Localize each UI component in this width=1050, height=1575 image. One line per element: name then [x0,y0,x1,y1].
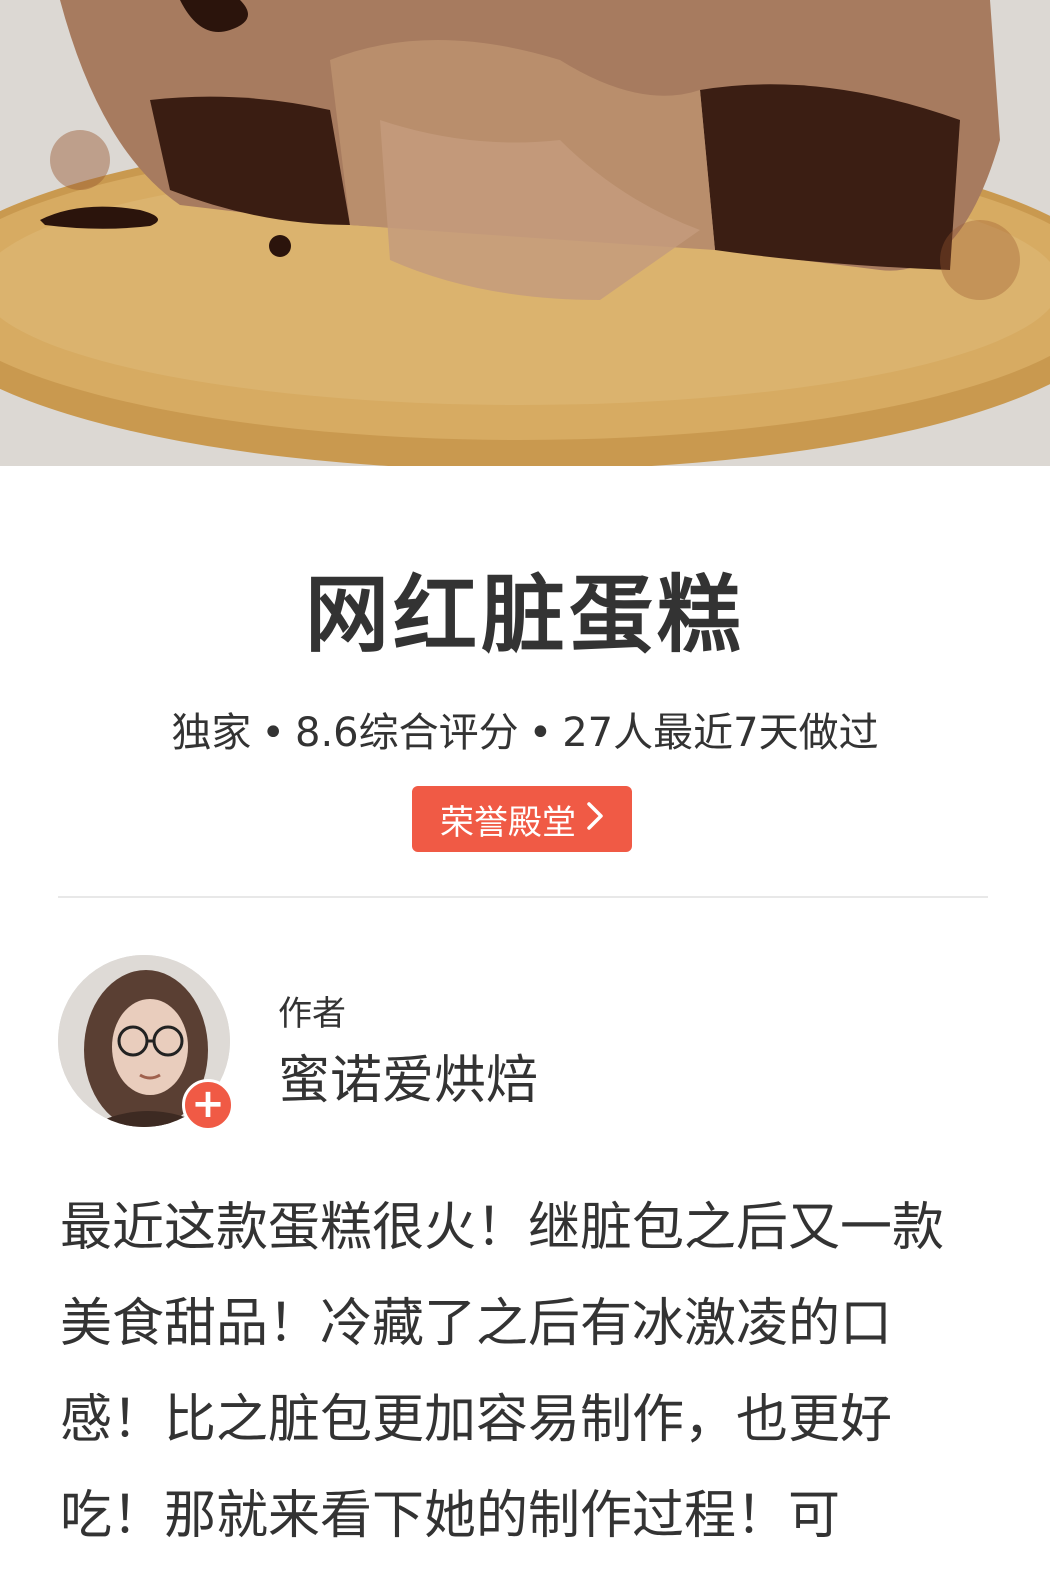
recent-makers-text: 27人最近7天做过 [562,710,879,756]
hall-of-fame-label: 荣誉殿堂 [440,802,576,843]
meta-separator: • [528,710,553,756]
rating-text: 8.6综合评分 [295,710,519,756]
chevron-right-icon [586,801,604,837]
exclusive-tag: 独家 [171,710,252,756]
recipe-page: 网红脏蛋糕 独家 • 8.6综合评分 • 27人最近7天做过 荣誉殿堂 + 作者… [0,0,1050,1575]
meta-separator: • [261,710,285,756]
cake-photo-illustration [0,0,1050,466]
section-divider [58,896,988,898]
recipe-meta-line: 独家 • 8.6综合评分 • 27人最近7天做过 [0,700,1050,758]
author-label: 作者 [278,994,346,1034]
hall-of-fame-button[interactable]: 荣誉殿堂 [412,786,632,852]
author-avatar-container[interactable]: + [58,955,236,1133]
recipe-cover-image[interactable] [0,0,1050,466]
recipe-description: 最近这款蛋糕很火！继脏包之后又一款美食甜品！冷藏了之后有冰激凌的口感！比之脏包更… [60,1198,945,1546]
follow-author-button[interactable]: + [182,1079,234,1131]
recipe-title: 网红脏蛋糕 [304,566,745,664]
author-name[interactable]: 蜜诺爱烘焙 [278,1038,538,1113]
